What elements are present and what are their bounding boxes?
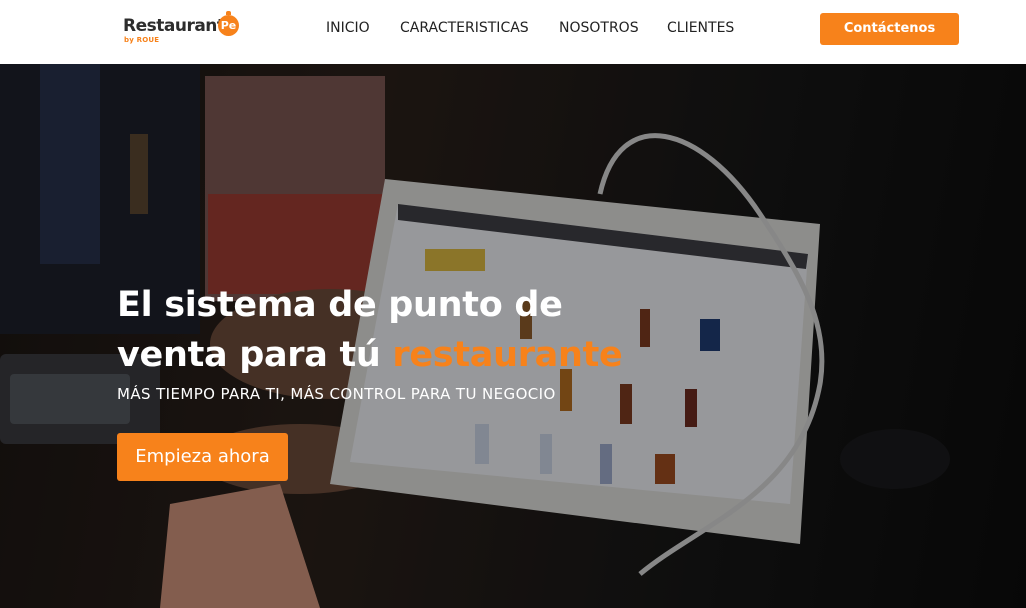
hero-title: El sistema de punto de venta para tú res… (117, 280, 677, 380)
brand-badge-icon: Pe (218, 11, 239, 36)
brand-sub: by ROUE (124, 36, 160, 44)
brand-logo[interactable]: Restaurant Pe by ROUE (123, 11, 243, 48)
nav-link-nosotros[interactable]: NOSOTROS (559, 19, 639, 37)
brand-name: Restaurant (123, 16, 225, 36)
hero-section: El sistema de punto de venta para tú res… (0, 64, 1026, 608)
hero-title-line1: El sistema de punto de (117, 285, 563, 325)
hero-title-line2: venta para tú (117, 335, 381, 375)
hero-title-accent: restaurante (392, 335, 623, 375)
contact-button[interactable]: Contáctenos (820, 13, 959, 45)
nav-link-inicio[interactable]: INICIO (326, 19, 370, 37)
start-now-button[interactable]: Empieza ahora (117, 433, 288, 481)
nav-link-clientes[interactable]: CLIENTES (667, 19, 734, 37)
nav-link-caracteristicas[interactable]: CARACTERISTICAS (400, 19, 529, 37)
hero-subtitle: MÁS TIEMPO PARA TI, MÁS CONTROL PARA TU … (117, 385, 556, 403)
top-navbar: Restaurant Pe by ROUE INICIO CARACTERIST… (0, 0, 1026, 64)
